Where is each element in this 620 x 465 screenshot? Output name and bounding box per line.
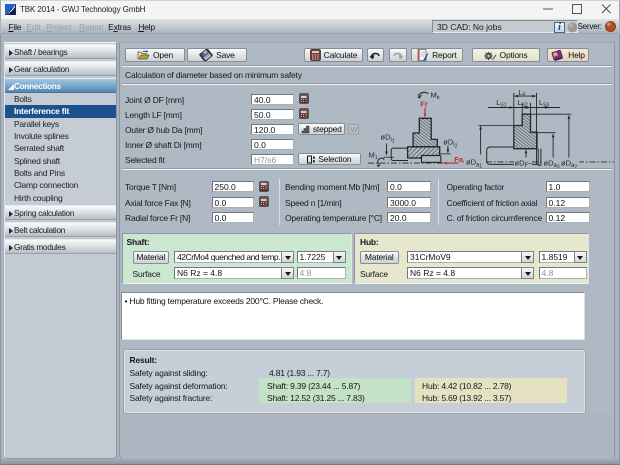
svg-text:LS2: LS2: [518, 98, 529, 109]
svg-text:øDi2: øDi2: [443, 137, 457, 149]
svg-text:LS3: LS3: [539, 98, 550, 109]
svg-text:LS1: LS1: [496, 98, 507, 109]
svg-text:Fr: Fr: [420, 99, 428, 108]
svg-text:Fa: Fa: [454, 155, 464, 164]
svg-text:M1: M1: [369, 151, 378, 162]
svg-text:øDi1: øDi1: [381, 133, 395, 145]
svg-text:LF: LF: [519, 88, 526, 99]
svg-text:Mb: Mb: [431, 91, 440, 102]
